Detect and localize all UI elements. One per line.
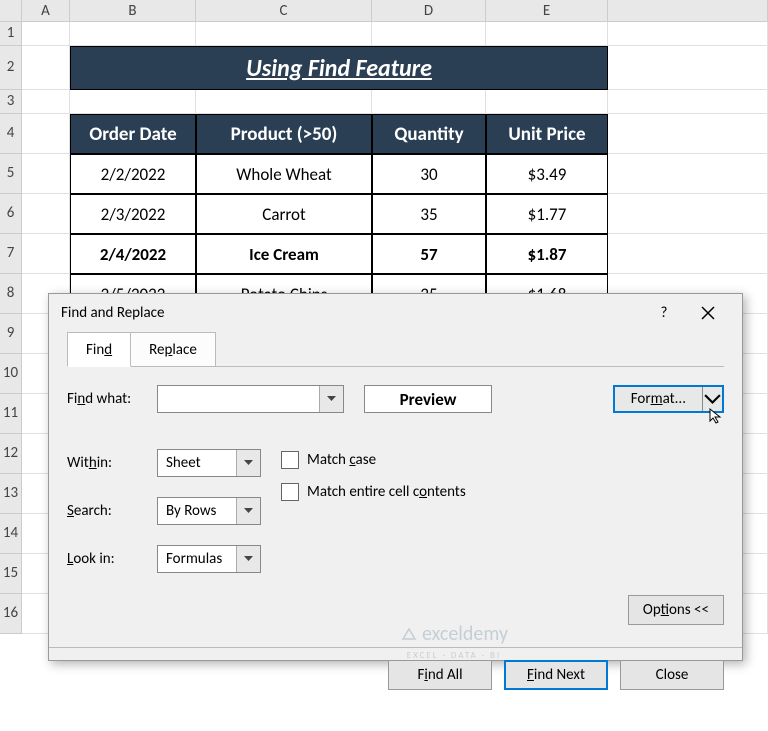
table-cell[interactable]: $3.49 (486, 154, 608, 194)
cell[interactable] (372, 22, 486, 46)
row-2[interactable]: 2 (0, 46, 22, 90)
cell[interactable] (608, 234, 768, 274)
options-button[interactable]: Options << (628, 595, 724, 625)
dialog-titlebar[interactable]: Find and Replace ? (49, 294, 742, 332)
select-all-corner[interactable] (0, 0, 22, 22)
col-blank[interactable] (608, 0, 768, 22)
col-B[interactable]: B (70, 0, 196, 22)
watermark: exceldemy EXCEL · DATA · BI (400, 622, 508, 661)
cell[interactable] (22, 194, 70, 234)
chevron-down-icon[interactable] (236, 498, 260, 524)
row-6[interactable]: 6 (0, 194, 22, 234)
cell[interactable] (608, 22, 768, 46)
header-unit-price[interactable]: Unit Price (486, 114, 608, 154)
title-cell[interactable]: Using Find Feature (70, 46, 608, 90)
table-cell[interactable]: 2/3/2022 (70, 194, 196, 234)
table-cell[interactable]: 35 (372, 194, 486, 234)
table-cell[interactable]: 2/2/2022 (70, 154, 196, 194)
row-16[interactable]: 16 (0, 594, 22, 634)
within-label: Within: (67, 454, 149, 472)
col-A[interactable]: A (22, 0, 70, 22)
find-next-button[interactable]: Find Next (504, 660, 608, 690)
find-all-button[interactable]: Find All (388, 660, 492, 690)
find-replace-dialog: Find and Replace ? Find Replace Find wha… (48, 293, 743, 661)
lookin-label: Look in: (67, 550, 149, 568)
match-entire-checkbox[interactable]: Match entire cell contents (281, 483, 466, 501)
close-icon[interactable] (686, 298, 730, 328)
col-D[interactable]: D (372, 0, 486, 22)
search-select[interactable]: By Rows (157, 497, 261, 525)
row-14[interactable]: 14 (0, 514, 22, 554)
match-entire-label: Match entire cell contents (307, 483, 466, 501)
within-select[interactable]: Sheet (157, 449, 261, 477)
chevron-down-icon[interactable] (319, 386, 343, 412)
dialog-title: Find and Replace (61, 304, 642, 322)
cell[interactable] (22, 234, 70, 274)
row-8[interactable]: 8 (0, 274, 22, 314)
row-15[interactable]: 15 (0, 554, 22, 594)
dialog-footer: Find All Find Next Close (49, 647, 742, 702)
cell[interactable] (22, 90, 70, 114)
tabs: Find Replace (67, 332, 724, 367)
row-7[interactable]: 7 (0, 234, 22, 274)
table-cell[interactable]: 30 (372, 154, 486, 194)
row-12[interactable]: 12 (0, 434, 22, 474)
cell[interactable] (22, 154, 70, 194)
tab-replace[interactable]: Replace (130, 332, 216, 366)
row-3[interactable]: 3 (0, 90, 22, 114)
match-case-checkbox[interactable]: Match case (281, 451, 466, 469)
cursor-icon (708, 407, 726, 425)
match-case-label: Match case (307, 451, 376, 469)
tab-find[interactable]: Find (67, 332, 131, 367)
table-cell[interactable]: 2/4/2022 (70, 234, 196, 274)
cell[interactable] (608, 114, 768, 154)
cell[interactable] (608, 90, 768, 114)
cell[interactable] (22, 22, 70, 46)
row-1[interactable]: 1 (0, 22, 22, 46)
cell[interactable] (70, 22, 196, 46)
chevron-down-icon[interactable] (236, 450, 260, 476)
row-5[interactable]: 5 (0, 154, 22, 194)
cell[interactable] (22, 46, 70, 90)
table-cell[interactable]: Carrot (196, 194, 372, 234)
header-quantity[interactable]: Quantity (372, 114, 486, 154)
checkbox-icon[interactable] (281, 451, 299, 469)
table-cell[interactable]: Ice Cream (196, 234, 372, 274)
chevron-down-icon[interactable] (236, 546, 260, 572)
table-cell[interactable]: $1.77 (486, 194, 608, 234)
help-button[interactable]: ? (642, 298, 686, 328)
col-C[interactable]: C (196, 0, 372, 22)
row-9[interactable]: 9 (0, 314, 22, 354)
cell[interactable] (22, 114, 70, 154)
cell[interactable] (608, 194, 768, 234)
table-cell[interactable]: 57 (372, 234, 486, 274)
header-product[interactable]: Product (>50) (196, 114, 372, 154)
cell[interactable] (196, 90, 372, 114)
find-what-input[interactable] (157, 385, 344, 413)
header-order-date[interactable]: Order Date (70, 114, 196, 154)
find-what-label: Find what: (67, 390, 149, 408)
cell[interactable] (196, 22, 372, 46)
row-4[interactable]: 4 (0, 114, 22, 154)
search-label: Search: (67, 502, 149, 520)
cell[interactable] (608, 46, 768, 90)
table-cell[interactable]: Whole Wheat (196, 154, 372, 194)
cell[interactable] (70, 90, 196, 114)
cell[interactable] (486, 22, 608, 46)
cell[interactable] (486, 90, 608, 114)
table-cell[interactable]: $1.87 (486, 234, 608, 274)
col-E[interactable]: E (486, 0, 608, 22)
row-11[interactable]: 11 (0, 394, 22, 434)
cell[interactable] (608, 154, 768, 194)
close-button[interactable]: Close (620, 660, 724, 690)
preview-box: Preview (364, 385, 492, 413)
checkbox-icon[interactable] (281, 483, 299, 501)
format-button[interactable]: Format... (613, 385, 724, 413)
row-13[interactable]: 13 (0, 474, 22, 514)
lookin-select[interactable]: Formulas (157, 545, 261, 573)
cell[interactable] (372, 90, 486, 114)
row-10[interactable]: 10 (0, 354, 22, 394)
